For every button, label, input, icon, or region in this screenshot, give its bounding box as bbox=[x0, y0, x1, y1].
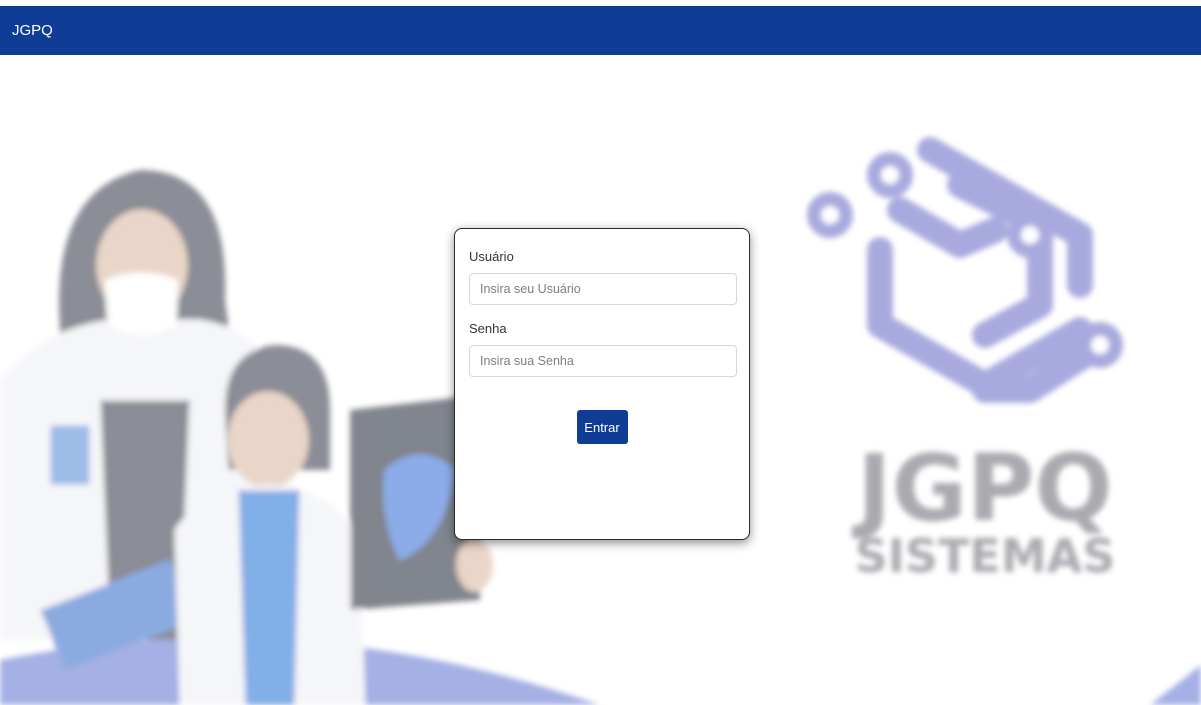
login-form: Usuário Senha Entrar bbox=[454, 228, 750, 540]
circuit-hexagon-icon bbox=[867, 137, 1098, 403]
logo-subtitle: SISTEMAS bbox=[855, 529, 1116, 583]
user-label: Usuário bbox=[469, 249, 514, 264]
navbar-brand[interactable]: JGPQ bbox=[12, 22, 53, 39]
submit-row: Entrar bbox=[469, 410, 735, 444]
top-navbar: JGPQ bbox=[0, 6, 1201, 55]
jgpq-sistemas-logo: JGPQ SISTEMAS bbox=[807, 137, 1123, 583]
password-input[interactable] bbox=[469, 345, 737, 377]
password-label: Senha bbox=[469, 321, 507, 336]
login-button[interactable]: Entrar bbox=[576, 410, 628, 444]
logo-title: JGPQ bbox=[851, 435, 1112, 542]
user-field-group: Usuário bbox=[469, 249, 737, 305]
user-input[interactable] bbox=[469, 273, 737, 305]
password-field-group: Senha bbox=[469, 321, 737, 377]
